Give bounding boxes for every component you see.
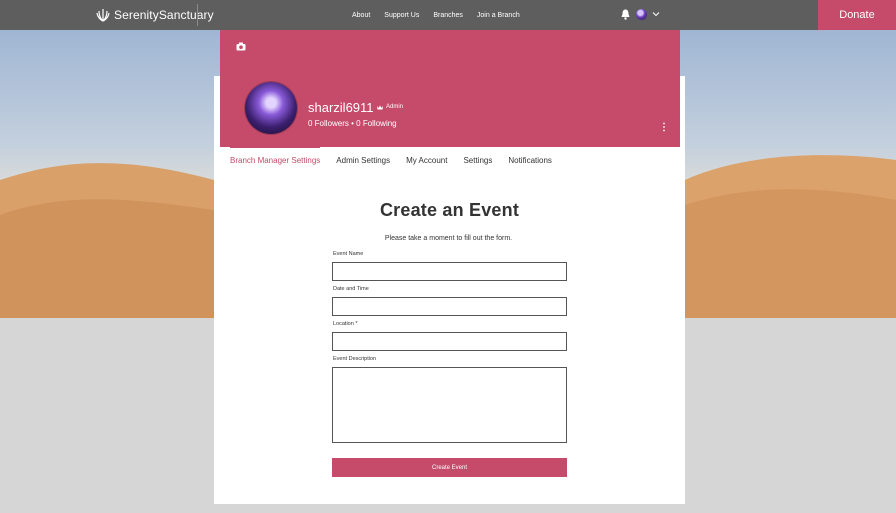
donate-button[interactable]: Donate — [818, 0, 896, 30]
profile-username: sharzil6911 — [308, 100, 374, 115]
date-time-input[interactable] — [332, 297, 567, 316]
profile-avatar[interactable] — [245, 82, 297, 134]
nav-join-branch[interactable]: Join a Branch — [477, 12, 520, 19]
form-subtitle-wrap: Please take a moment to fill out the for… — [0, 235, 896, 242]
tab-settings[interactable]: Settings — [463, 147, 492, 175]
notification-bell-icon[interactable] — [621, 9, 630, 20]
crown-icon — [377, 105, 383, 109]
profile-tabs: Branch Manager Settings Admin Settings M… — [230, 147, 568, 175]
lotus-logo-icon — [96, 9, 110, 22]
follow-stats[interactable]: 0 Followers • 0 Following — [308, 119, 397, 128]
top-navigation-bar: SerenitySanctuary About Support Us Branc… — [0, 0, 896, 30]
tab-branch-manager-settings[interactable]: Branch Manager Settings — [230, 147, 321, 175]
form-title: Create an Event — [379, 200, 520, 220]
tab-my-account[interactable]: My Account — [406, 147, 447, 175]
camera-icon[interactable] — [236, 42, 246, 51]
form-title-wrap: Create an Event — [0, 200, 896, 221]
form-subtitle: Please take a moment to fill out the for… — [384, 235, 513, 242]
event-name-input[interactable] — [332, 262, 567, 281]
event-description-textarea[interactable] — [332, 367, 567, 443]
nav-support-us[interactable]: Support Us — [384, 12, 419, 19]
location-input[interactable] — [332, 332, 567, 351]
tab-notifications[interactable]: Notifications — [508, 147, 552, 175]
event-name-label: Event Name — [333, 251, 364, 257]
tab-admin-settings[interactable]: Admin Settings — [336, 147, 390, 175]
nav-branches[interactable]: Branches — [433, 12, 463, 19]
more-options-icon[interactable] — [662, 122, 666, 132]
logo-text: SerenitySanctuary — [114, 8, 214, 22]
main-nav: About Support Us Branches Join a Branch — [352, 0, 534, 30]
admin-badge-label: Admin — [386, 104, 404, 110]
nav-about[interactable]: About — [352, 12, 370, 19]
chevron-down-icon[interactable] — [652, 10, 660, 18]
location-label: Location * — [333, 321, 358, 327]
logo-divider — [197, 4, 198, 26]
date-time-label: Date and Time — [333, 286, 369, 292]
create-event-button[interactable]: Create Event — [332, 458, 567, 477]
user-avatar[interactable] — [636, 9, 647, 20]
event-description-label: Event Description — [333, 356, 377, 362]
admin-badge: Admin — [377, 104, 403, 110]
